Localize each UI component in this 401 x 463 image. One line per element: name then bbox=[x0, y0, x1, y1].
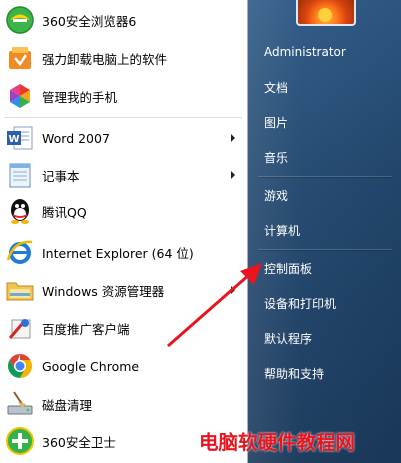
program-notepad[interactable]: 记事本 bbox=[2, 157, 244, 193]
program-windows-explorer[interactable]: Windows 资源管理器 bbox=[2, 272, 244, 308]
programs-pane: 360安全浏览器6 强力卸载电脑上的软件 管理我的手机 W Word 2007 … bbox=[0, 0, 248, 463]
program-label: 磁盘清理 bbox=[42, 397, 93, 413]
places-pane: Administrator 文档 图片 音乐 游戏 计算机 控制面板 设备和打印… bbox=[248, 0, 401, 463]
phone-manager-icon bbox=[4, 80, 36, 112]
divider bbox=[258, 249, 392, 251]
chevron-right-icon[interactable] bbox=[231, 134, 235, 142]
program-label: 管理我的手机 bbox=[42, 89, 118, 105]
program-label: 360安全浏览器6 bbox=[42, 13, 137, 29]
program-disk-cleanup[interactable]: 磁盘清理 bbox=[2, 386, 244, 422]
program-baidu-client[interactable]: 百度推广客户端 bbox=[2, 310, 244, 346]
watermark: 电脑软硬件教程网 bbox=[199, 430, 356, 454]
program-qq[interactable]: 腾讯QQ bbox=[2, 193, 244, 229]
explorer-icon bbox=[4, 274, 36, 306]
help-support-link[interactable]: 帮助和支持 bbox=[256, 358, 394, 388]
default-programs-link[interactable]: 默认程序 bbox=[256, 323, 394, 353]
documents-link[interactable]: 文档 bbox=[256, 72, 394, 102]
control-panel-link[interactable]: 控制面板 bbox=[256, 253, 394, 283]
program-phone-manager[interactable]: 管理我的手机 bbox=[2, 78, 244, 114]
program-label: 腾讯QQ bbox=[42, 204, 87, 220]
program-360-browser[interactable]: 360安全浏览器6 bbox=[2, 2, 244, 38]
baidu-client-icon bbox=[4, 312, 36, 344]
chevron-right-icon[interactable] bbox=[231, 171, 235, 179]
svg-text:W: W bbox=[8, 134, 19, 145]
devices-printers-link[interactable]: 设备和打印机 bbox=[256, 288, 394, 318]
disk-cleanup-icon bbox=[4, 388, 36, 420]
word-icon: W bbox=[4, 122, 36, 154]
program-label: 记事本 bbox=[42, 168, 80, 184]
program-word[interactable]: W Word 2007 bbox=[2, 120, 244, 156]
uninstall-icon bbox=[4, 42, 36, 74]
program-label: Internet Explorer (64 位) bbox=[42, 245, 194, 261]
program-label: 百度推广客户端 bbox=[42, 321, 130, 337]
program-label: Google Chrome bbox=[42, 358, 140, 374]
ie-icon bbox=[4, 236, 36, 268]
computer-link[interactable]: 计算机 bbox=[256, 215, 394, 245]
program-label: Windows 资源管理器 bbox=[42, 283, 165, 299]
program-uninstall[interactable]: 强力卸载电脑上的软件 bbox=[2, 40, 244, 76]
divider bbox=[258, 176, 392, 178]
qq-icon bbox=[4, 195, 36, 227]
music-link[interactable]: 音乐 bbox=[256, 142, 394, 172]
chrome-icon bbox=[4, 350, 36, 382]
pictures-link[interactable]: 图片 bbox=[256, 107, 394, 137]
program-internet-explorer[interactable]: Internet Explorer (64 位) bbox=[2, 234, 244, 270]
chevron-right-icon[interactable] bbox=[231, 286, 235, 294]
program-label: Word 2007 bbox=[42, 130, 110, 146]
program-google-chrome[interactable]: Google Chrome bbox=[2, 348, 244, 384]
games-link[interactable]: 游戏 bbox=[256, 180, 394, 210]
program-label: 360安全卫士 bbox=[42, 434, 116, 450]
360-browser-icon bbox=[4, 4, 36, 36]
360-guard-icon bbox=[4, 425, 36, 457]
user-folder-link[interactable]: Administrator bbox=[256, 37, 394, 67]
program-label: 强力卸载电脑上的软件 bbox=[42, 51, 168, 67]
divider bbox=[4, 117, 242, 118]
notepad-icon bbox=[4, 159, 36, 191]
user-avatar[interactable] bbox=[296, 0, 356, 26]
